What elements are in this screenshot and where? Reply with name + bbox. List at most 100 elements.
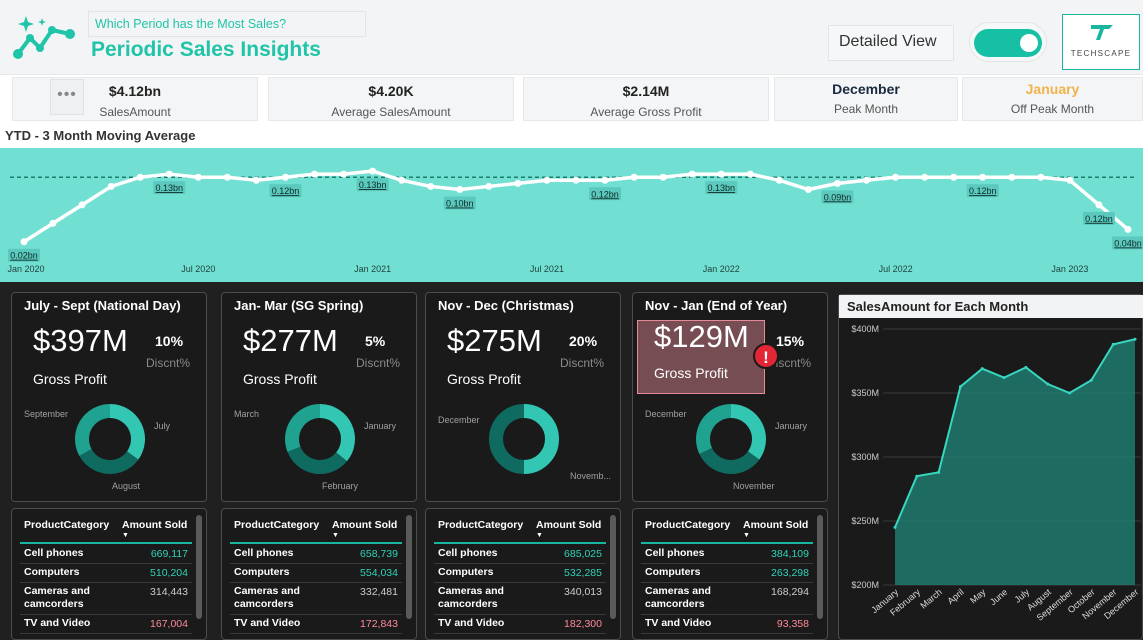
table-row[interactable]: Cell phones 669,117 [20,545,192,564]
table-row[interactable]: Cameras and camcorders 340,013 [434,583,606,615]
discount-value: 10% [155,333,184,349]
ytd-point [1095,201,1103,209]
header: Which Period has the Most Sales? Periodi… [0,0,1143,75]
donut-slice [489,404,525,474]
donut-label: September [24,409,68,419]
gross-profit-label: Gross Profit [654,365,728,381]
row-category: Cell phones [645,547,705,559]
area-point [1024,365,1028,369]
product-category-table[interactable]: ProductCategory Amount Sold ▼ Cell phones 66… [11,508,207,640]
card-title: Jan- Mar (SG Spring) [234,298,364,313]
kpi-value: January [1025,81,1080,97]
row-category: Cell phones [24,547,84,559]
toggle-track [974,29,1042,57]
table-row[interactable]: Cell phones 658,739 [230,545,402,564]
area-chart-title: SalesAmount for Each Month [839,295,1143,318]
header-divider [641,542,813,544]
table-row[interactable]: Cameras and camcorders 332,481 [230,583,402,615]
donut-slice [285,404,321,452]
column-header-category[interactable]: ProductCategory [234,519,319,531]
gross-profit-value: $277M [243,323,338,358]
table-scrollbar[interactable] [610,515,616,619]
more-options-button[interactable]: ••• [50,79,84,115]
row-amount: 182,300 [564,618,602,630]
table-scrollbar[interactable] [196,515,202,619]
ytd-point [717,170,725,178]
row-amount: 510,204 [150,567,188,579]
kpi-average-sales: $4.20K Average SalesAmount [268,77,514,121]
row-category: TV and Video [645,617,712,629]
column-header-amount[interactable]: Amount Sold [332,519,397,531]
ytd-chart-title: YTD - 3 Month Moving Average [5,128,196,143]
table-row[interactable]: TV and Video 182,300 [434,615,606,634]
discount-label: Discnt% [560,356,605,370]
row-amount: 332,481 [360,586,398,598]
table-row[interactable]: Cell phones 685,025 [434,545,606,564]
sort-descending-icon[interactable]: ▼ [536,532,543,539]
table-scrollbar[interactable] [406,515,412,619]
row-category: Cell phones [234,547,294,559]
donut-slice [109,404,145,460]
alert-icon[interactable]: ! [753,343,779,369]
discount-value: 15% [776,333,805,349]
donut-slice [287,446,347,474]
table-row[interactable]: Cameras and camcorders 168,294 [641,583,813,615]
column-header-amount[interactable]: Amount Sold [536,519,601,531]
sort-descending-icon[interactable]: ▼ [122,532,129,539]
table-row[interactable]: Computers 510,204 [20,564,192,583]
ytd-point [49,219,57,227]
table-row[interactable]: Computers 263,298 [641,564,813,583]
row-amount: 685,025 [564,548,602,560]
ytd-point [20,238,28,246]
row-category: Cameras and camcorders [24,585,90,610]
ytd-point [775,176,783,184]
ytd-point [601,176,609,184]
discount-label: Discnt% [356,356,401,370]
area-point [1089,378,1093,382]
column-header-amount[interactable]: Amount Sold [122,519,187,531]
header-divider [230,542,402,544]
product-category-table[interactable]: ProductCategory Amount Sold ▼ Cell phones 68… [425,508,621,640]
y-tick-label: $350M [851,388,879,398]
donut-label: March [234,409,259,419]
ytd-point [485,182,493,190]
row-amount: 168,294 [771,586,809,598]
table-row[interactable]: Cameras and camcorders 314,443 [20,583,192,615]
detailed-view-toggle[interactable] [969,22,1047,62]
table-row[interactable]: TV and Video 172,843 [230,615,402,634]
gross-profit-label: Gross Profit [243,371,317,387]
sort-descending-icon[interactable]: ▼ [332,532,339,539]
y-tick-label: $250M [851,516,879,526]
table-row[interactable]: Cell phones 384,109 [641,545,813,564]
column-header-amount[interactable]: Amount Sold [743,519,808,531]
discount-value: 5% [365,333,386,349]
donut-label: December [645,409,687,419]
table-row[interactable]: TV and Video 167,004 [20,615,192,634]
donut-label: February [322,481,359,491]
ytd-point [340,170,348,178]
table-row[interactable]: Computers 554,034 [230,564,402,583]
ytd-x-tick-label: Jul 2021 [530,264,564,274]
sales-amount-area-chart: $200M$250M$300M$350M$400MJanuaryFebruary… [851,324,1141,623]
table-scrollbar[interactable] [817,515,823,619]
ytd-point [281,173,289,181]
row-amount: 167,004 [150,618,188,630]
donut-slice [75,404,111,456]
ytd-point [252,176,260,184]
product-category-table[interactable]: ProductCategory Amount Sold ▼ Cell phones 38… [632,508,828,640]
table-row[interactable]: Computers 532,285 [434,564,606,583]
column-header-category[interactable]: ProductCategory [24,519,109,531]
area-point [980,367,984,371]
area-point [1068,391,1072,395]
ytd-data-label: 0.12bn [1085,214,1113,224]
kpi-value: December [832,81,900,97]
product-category-table[interactable]: ProductCategory Amount Sold ▼ Cell phones 65… [221,508,417,640]
table-row[interactable]: TV and Video 93,358 [641,615,813,634]
area-point [937,470,941,474]
column-header-category[interactable]: ProductCategory [438,519,523,531]
donut-label: January [364,421,397,431]
column-header-category[interactable]: ProductCategory [645,519,730,531]
area-point [893,525,897,529]
ytd-point [659,173,667,181]
sort-descending-icon[interactable]: ▼ [743,532,750,539]
